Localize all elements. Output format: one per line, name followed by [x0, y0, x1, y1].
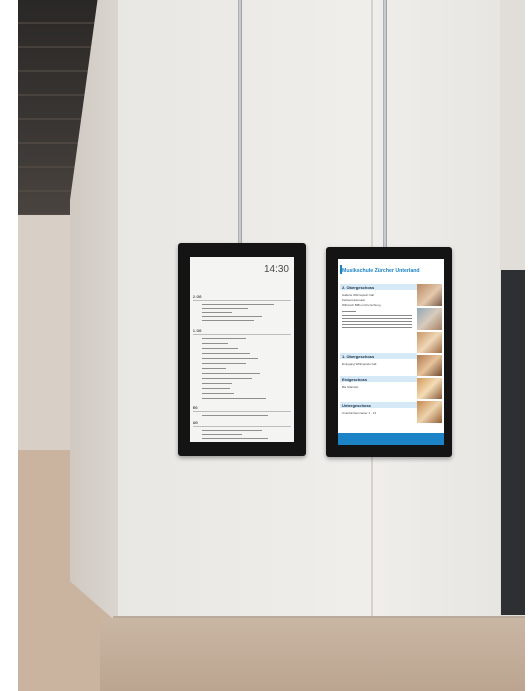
clock-text: 14:30	[263, 264, 289, 275]
left-screen: 14:30 2. OG 1. OG EG UG	[190, 257, 294, 442]
event-line	[202, 383, 232, 385]
event-line	[202, 304, 274, 306]
room-entry: Empgang Willmspieln hall	[342, 362, 377, 366]
schedule-line	[342, 318, 412, 319]
room-entry: Gallerie Willmspieln hall	[342, 293, 374, 297]
section-label: UG	[193, 421, 198, 425]
divider	[193, 411, 291, 412]
room-entry: Bis Standort	[342, 385, 359, 389]
event-line	[202, 363, 246, 365]
schedule-line	[342, 315, 412, 316]
schedule-line	[342, 324, 412, 325]
event-line	[202, 320, 254, 322]
event-line	[202, 353, 250, 355]
left-digital-signage: 14:30 2. OG 1. OG EG UG	[178, 243, 306, 456]
event-line	[202, 358, 258, 360]
event-line	[202, 415, 268, 417]
event-line	[202, 338, 246, 340]
mounting-rod	[383, 0, 387, 250]
floor-title: 1. Obergeschoss	[342, 354, 375, 359]
event-line	[202, 434, 242, 436]
schedule-line	[342, 311, 356, 312]
background-wall	[18, 215, 74, 455]
event-line	[202, 308, 248, 310]
event-line	[202, 398, 266, 400]
photo-thumbnail	[417, 284, 442, 306]
event-line	[202, 348, 238, 350]
right-digital-signage: Musikschule Zürcher Unterland 2. Oberges…	[326, 247, 452, 457]
floor-title: 2. Obergeschoss	[342, 285, 375, 290]
divider	[193, 426, 291, 427]
photo-thumbnail	[417, 308, 442, 330]
footer-bar	[338, 433, 444, 445]
event-line	[202, 373, 260, 375]
school-name: Musikschule Zürcher Unterland	[342, 268, 420, 274]
event-line	[202, 316, 262, 318]
event-line	[202, 312, 232, 314]
image-border-left	[0, 0, 18, 691]
event-line	[202, 430, 262, 432]
event-line	[202, 388, 230, 390]
photo-scene: 14:30 2. OG 1. OG EG UG Musikschule Zürc…	[0, 0, 531, 691]
schedule-line	[342, 327, 412, 328]
event-line	[202, 368, 226, 370]
event-line	[202, 378, 252, 380]
floor-title: Erdgeschoss	[342, 377, 368, 382]
floor-title: Untergeschoss	[342, 403, 371, 408]
event-line	[202, 343, 228, 345]
section-label: 2. OG	[193, 295, 202, 299]
divider	[193, 334, 291, 335]
room-entry: Willmsch BIB und Forschung	[342, 303, 381, 307]
image-border-right	[525, 0, 531, 691]
section-label: EG	[193, 406, 198, 410]
right-screen: Musikschule Zürcher Unterland 2. Oberges…	[338, 259, 444, 445]
divider	[193, 300, 291, 301]
photo-thumbnail	[417, 378, 442, 399]
event-line	[202, 393, 234, 395]
photo-thumbnail	[417, 355, 442, 376]
section-label: 1. OG	[193, 329, 202, 333]
room-entry: Kanttenraumsaal	[342, 298, 365, 302]
schedule-line	[342, 321, 412, 322]
mounting-rod	[238, 0, 242, 244]
photo-thumbnail	[417, 332, 442, 353]
event-line	[202, 438, 268, 440]
photo-thumbnail	[417, 401, 442, 423]
room-entry: Unterkirchenmauer 1 · 13	[342, 411, 377, 415]
floor	[100, 618, 531, 691]
